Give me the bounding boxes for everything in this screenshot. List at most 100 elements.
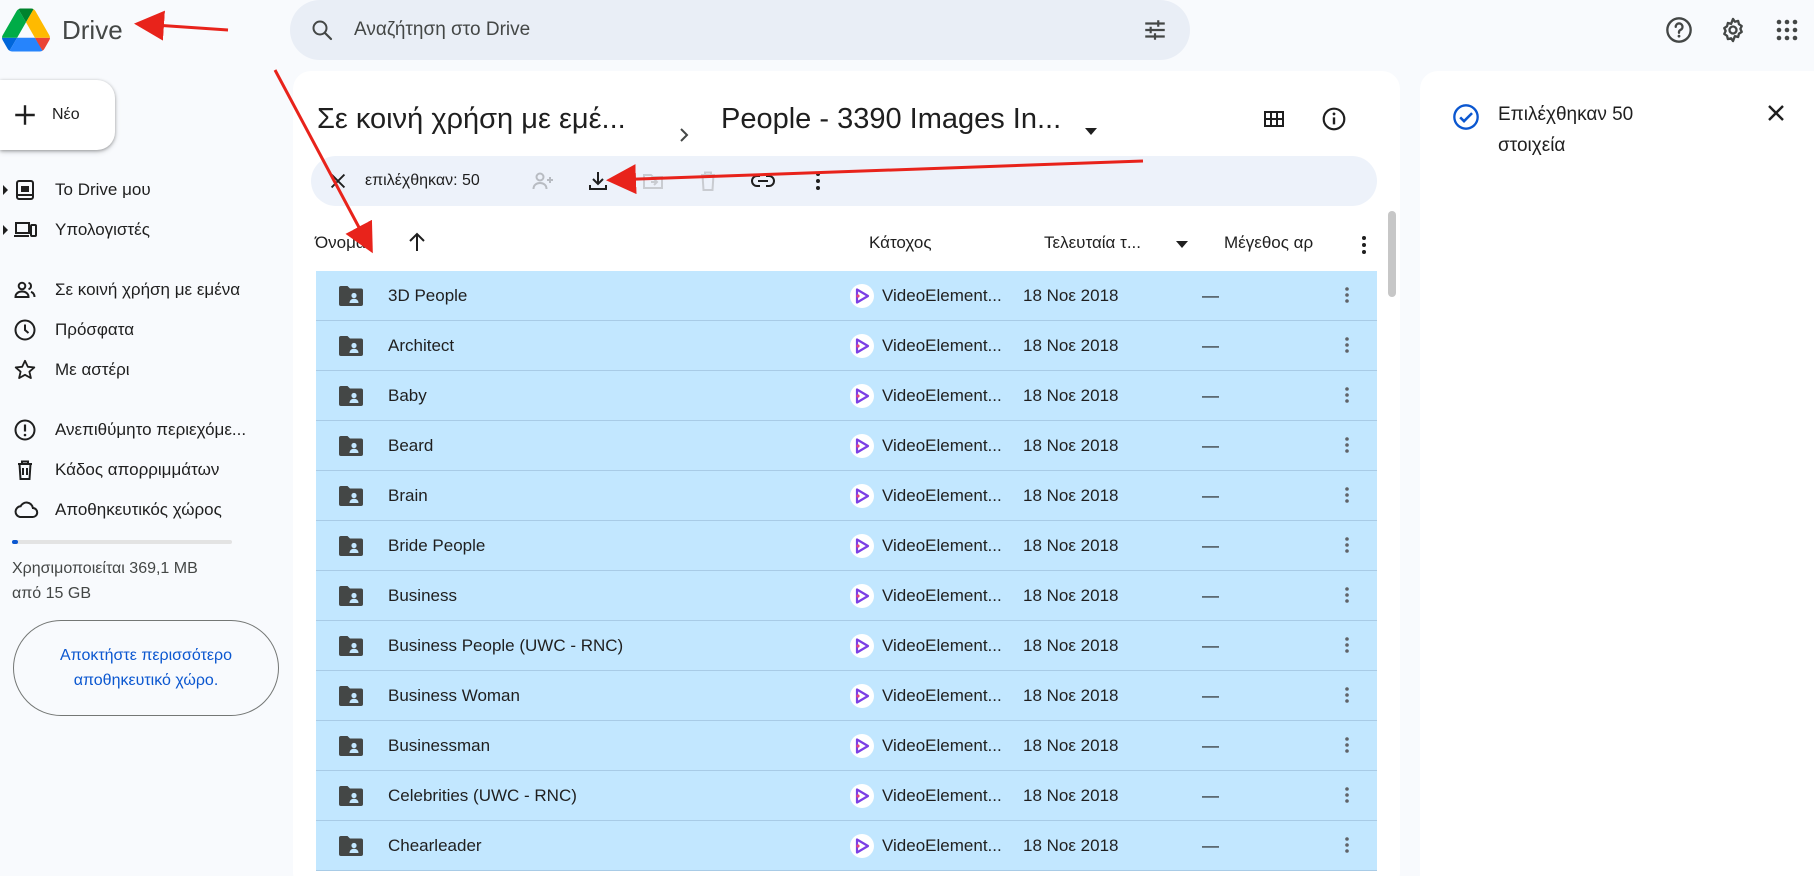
file-name[interactable]: 3D People: [388, 286, 467, 306]
link-icon: [750, 175, 775, 187]
details-button[interactable]: [1304, 101, 1364, 137]
sidebar-item-computers[interactable]: Υπολογιστές: [0, 210, 280, 250]
settings-button[interactable]: [1706, 12, 1760, 48]
more-vert-icon[interactable]: [1344, 786, 1350, 804]
file-size: —: [1202, 736, 1219, 755]
expand-caret-icon[interactable]: [3, 185, 8, 195]
more-vert-icon[interactable]: [1361, 235, 1367, 255]
column-header-size[interactable]: Μέγεθος αρ: [1224, 233, 1313, 253]
help-button[interactable]: [1652, 12, 1706, 48]
new-button[interactable]: Νέο: [0, 80, 115, 150]
more-vert-icon[interactable]: [1344, 336, 1350, 354]
sidebar-item-recent[interactable]: Πρόσφατα: [0, 310, 280, 350]
file-name[interactable]: Celebrities (UWC - RNC): [388, 786, 577, 806]
file-owner: VideoElement...: [882, 386, 1002, 405]
selected-check-icon: [1453, 104, 1479, 130]
drive-logo[interactable]: Drive: [0, 8, 123, 52]
share-button[interactable]: [515, 161, 570, 201]
copy-link-button[interactable]: [735, 161, 790, 201]
sidebar-item-label: Αποθηκευτικός χώρος: [55, 500, 222, 519]
search-icon[interactable]: [310, 18, 334, 42]
breadcrumb-parent[interactable]: Σε κοινή χρήση με εμέ...: [317, 99, 626, 139]
get-more-storage-button[interactable]: Αποκτήστε περισσότερο αποθηκευτικό χώρο.: [13, 620, 279, 716]
delete-button[interactable]: [680, 161, 735, 201]
grid-view-button[interactable]: [1244, 101, 1304, 137]
scrollbar-thumb[interactable]: [1388, 211, 1396, 297]
more-vert-icon[interactable]: [1344, 686, 1350, 704]
more-vert-icon[interactable]: [1344, 586, 1350, 604]
column-header-owner[interactable]: Κάτοχος: [869, 233, 932, 253]
more-vert-icon[interactable]: [1344, 436, 1350, 454]
file-size: —: [1202, 686, 1219, 705]
sidebar-item-starred[interactable]: Με αστέρι: [0, 350, 280, 390]
clear-selection-icon[interactable]: [327, 170, 349, 192]
apps-button[interactable]: [1760, 12, 1814, 48]
table-row[interactable]: Celebrities (UWC - RNC) VideoElement... 18…: [316, 771, 1377, 821]
video-play-icon: [855, 788, 870, 804]
more-vert-icon[interactable]: [1344, 486, 1350, 504]
move-button[interactable]: [625, 161, 680, 201]
file-name[interactable]: Baby: [388, 386, 427, 406]
more-vert-icon[interactable]: [1344, 636, 1350, 654]
file-size: —: [1202, 386, 1219, 405]
sidebar-item-label: Με αστέρι: [55, 360, 130, 379]
table-row[interactable]: Business People (UWC - RNC) VideoElement.…: [316, 621, 1377, 671]
sidebar-item-trash[interactable]: Κάδος απορριμμάτων: [0, 450, 280, 490]
table-row[interactable]: Business Woman VideoElement... 18 Νοε 2018…: [316, 671, 1377, 721]
table-row[interactable]: Bride People VideoElement... 18 Νοε 2018 —: [316, 521, 1377, 571]
breadcrumb-current[interactable]: People - 3390 Images In...: [721, 99, 1061, 139]
more-vert-icon[interactable]: [1344, 286, 1350, 304]
expand-caret-icon[interactable]: [3, 225, 8, 235]
sidebar-item-my-drive[interactable]: Το Drive μου: [0, 170, 280, 210]
table-row[interactable]: Business VideoElement... 18 Νοε 2018 —: [316, 571, 1377, 621]
more-vert-icon: [815, 172, 820, 190]
help-icon: [1666, 17, 1692, 43]
owner-avatar: [850, 434, 874, 458]
file-name[interactable]: Business Woman: [388, 686, 520, 706]
more-vert-icon[interactable]: [1344, 386, 1350, 404]
file-name[interactable]: Business: [388, 586, 457, 606]
table-row[interactable]: 3D People VideoElement... 18 Νοε 2018 —: [316, 271, 1377, 321]
column-dropdown-icon[interactable]: [1175, 239, 1189, 249]
search-options-icon[interactable]: [1142, 17, 1168, 43]
folder-menu-dropdown-icon[interactable]: [1083, 111, 1099, 151]
sidebar-item-storage[interactable]: Αποθηκευτικός χώρος: [0, 490, 280, 530]
more-vert-icon[interactable]: [1344, 736, 1350, 754]
file-size: —: [1202, 536, 1219, 555]
file-name[interactable]: Chearleader: [388, 836, 482, 856]
sidebar-item-label: Κάδος απορριμμάτων: [55, 460, 220, 479]
column-header-name[interactable]: Όνομα: [315, 233, 366, 253]
more-vert-icon[interactable]: [1344, 536, 1350, 554]
file-name[interactable]: Business People (UWC - RNC): [388, 636, 623, 656]
download-button[interactable]: [570, 161, 625, 201]
owner-avatar: [850, 284, 874, 308]
table-row[interactable]: Businessman VideoElement... 18 Νοε 2018 —: [316, 721, 1377, 771]
file-name[interactable]: Brain: [388, 486, 428, 506]
close-details-icon[interactable]: [1764, 101, 1788, 125]
file-list: 3D People VideoElement... 18 Νοε 2018— Arch…: [316, 271, 1377, 871]
sidebar-item-spam[interactable]: Ανεπιθύμητο περιεχόμε...: [0, 410, 280, 450]
file-name[interactable]: Beard: [388, 436, 433, 456]
table-row[interactable]: Baby VideoElement... 18 Νοε 2018 —: [316, 371, 1377, 421]
file-modified: 18 Νοε 2018: [1023, 386, 1119, 405]
sidebar-item-shared[interactable]: Σε κοινή χρήση με εμένα: [0, 270, 280, 310]
table-row[interactable]: Beard VideoElement... 18 Νοε 2018 —: [316, 421, 1377, 471]
details-title: Επιλέχθηκαν 50 στοιχεία: [1498, 104, 1634, 156]
more-actions-button[interactable]: [790, 161, 845, 201]
file-name[interactable]: Businessman: [388, 736, 490, 756]
search-bar[interactable]: [290, 0, 1190, 60]
sidebar-item-label: Υπολογιστές: [55, 220, 150, 239]
more-vert-icon[interactable]: [1344, 836, 1350, 854]
file-owner: VideoElement...: [882, 336, 1002, 355]
file-name[interactable]: Architect: [388, 336, 454, 356]
column-header-modified[interactable]: Τελευταία τ...: [1044, 233, 1141, 253]
shared-folder-icon: [339, 486, 363, 506]
file-size: —: [1202, 786, 1219, 805]
table-row[interactable]: Chearleader VideoElement... 18 Νοε 2018 —: [316, 821, 1377, 871]
table-row[interactable]: Architect VideoElement... 18 Νοε 2018 —: [316, 321, 1377, 371]
drive-logo-text: Drive: [62, 14, 123, 45]
table-row[interactable]: Brain VideoElement... 18 Νοε 2018 —: [316, 471, 1377, 521]
search-input[interactable]: [354, 19, 1114, 41]
file-name[interactable]: Bride People: [388, 536, 485, 556]
sort-ascending-icon[interactable]: [407, 231, 427, 253]
